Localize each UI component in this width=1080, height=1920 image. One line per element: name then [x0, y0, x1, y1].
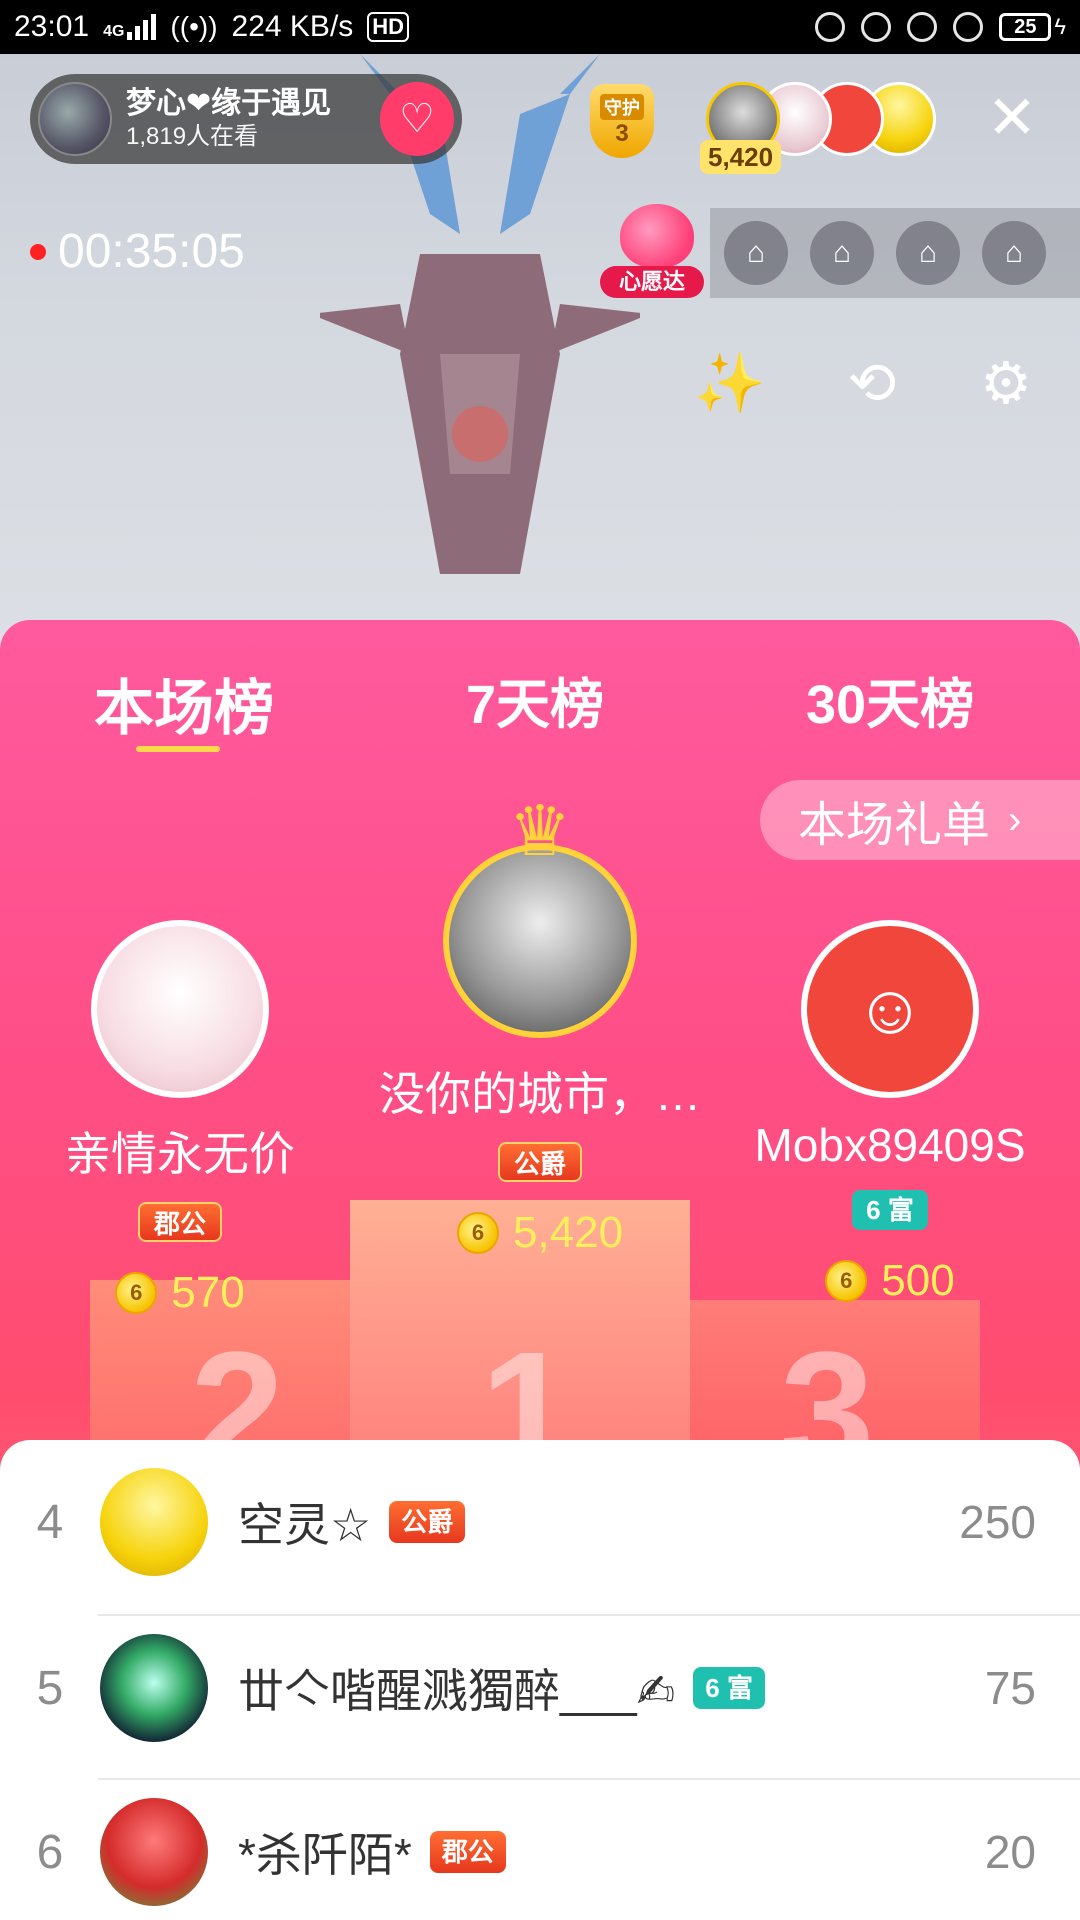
rank-3-badge: 6 富: [852, 1190, 928, 1230]
coin-icon: 6: [456, 1212, 499, 1254]
rank-2-badge: 郡公: [137, 1202, 222, 1242]
guard-badge[interactable]: 守护 3: [580, 84, 664, 164]
list-badge: 郡公: [429, 1831, 506, 1873]
sofa-seat-icon[interactable]: ⌂: [810, 221, 874, 285]
mic-seat-row: ⌂ ⌂ ⌂ ⌂: [710, 208, 1080, 298]
ranking-list: 4 空灵☆ 公爵 250 5 丗亽喈醒溅獨醉___✍ 6 富 75 6 *杀阡陌…: [0, 1440, 1080, 1920]
alarm-icon: [907, 12, 938, 42]
sofa-seat-icon[interactable]: ⌂: [982, 221, 1046, 285]
ranking-tabs: 本场榜 7天榜 30天榜: [0, 640, 1080, 752]
wifi-icon: ((•)): [170, 11, 218, 42]
wish-heart-button[interactable]: 心愿达: [600, 204, 710, 304]
rank-2-avatar[interactable]: [91, 920, 269, 1098]
gift-list-label: 本场礼单: [798, 799, 991, 852]
list-avatar[interactable]: [100, 1798, 208, 1906]
tab-7-days[interactable]: 7天榜: [466, 660, 604, 739]
list-name: 空灵☆: [238, 1499, 372, 1551]
guard-label: 守护: [600, 94, 644, 120]
mute-bell-icon: [815, 12, 846, 42]
list-badge: 公爵: [389, 1501, 466, 1543]
coin-icon: 6: [115, 1272, 158, 1314]
rank-1-badge: 公爵: [497, 1142, 582, 1182]
tab-30-days[interactable]: 30天榜: [806, 660, 974, 739]
host-name: 梦心❤缘于遇见: [126, 87, 332, 120]
rank-1-score-value: 5,420: [512, 1208, 624, 1257]
top-viewers[interactable]: 5,420: [700, 82, 946, 174]
rank-1-avatar[interactable]: [443, 844, 637, 1038]
rank-3-score-value: 500: [881, 1256, 955, 1305]
list-value: 75: [984, 1662, 1036, 1714]
rank-3-score: 6 500: [740, 1256, 1040, 1306]
recording-dot-icon: [30, 243, 46, 260]
battery-icon: 25 ϟ: [999, 13, 1066, 41]
viewer-count: 1,819人在看: [126, 123, 259, 150]
chevron-right-icon: ›: [1008, 797, 1022, 842]
list-name: *杀阡陌*: [238, 1829, 412, 1881]
network-type: 4G: [103, 23, 125, 40]
list-value: 20: [984, 1826, 1036, 1878]
list-avatar[interactable]: [100, 1468, 208, 1576]
switch-camera-icon[interactable]: ⟲: [832, 344, 912, 424]
rank-3-avatar[interactable]: ☺: [801, 920, 979, 1098]
gift-list-button[interactable]: 本场礼单 ›: [760, 780, 1080, 860]
sofa-seat-icon[interactable]: ⌂: [724, 221, 788, 285]
list-rank: 4: [36, 1495, 64, 1549]
rank-2-score-value: 570: [171, 1268, 245, 1317]
heart-face-icon: [620, 204, 694, 268]
top-viewer-score: 5,420: [700, 140, 782, 174]
list-avatar[interactable]: [100, 1634, 208, 1742]
host-info-pill[interactable]: 梦心❤缘于遇见 1,819人在看 ♡: [30, 74, 462, 164]
timer-text: 00:35:05: [58, 225, 245, 278]
guard-shield-icon: 守护 3: [590, 84, 654, 158]
list-item[interactable]: 5 丗亽喈醒溅獨醉___✍ 6 富 75: [0, 1606, 1080, 1770]
crown-icon: ♛: [508, 792, 572, 870]
active-tab-indicator: [136, 746, 220, 752]
network-speed: 224 KB/s: [231, 10, 354, 43]
status-bar: 23:01 4G ((•)) 224 KB/s HD 25 ϟ: [0, 0, 1080, 54]
battery-level: 25: [999, 13, 1052, 41]
rank-2[interactable]: 亲情永无价 郡公 6 570: [30, 920, 330, 1318]
settings-gear-icon[interactable]: ⚙: [966, 344, 1046, 424]
live-timer: 00:35:05: [30, 224, 245, 279]
rank-2-score: 6 570: [30, 1268, 330, 1318]
magic-wand-icon[interactable]: ✨: [690, 344, 770, 424]
list-item[interactable]: 4 空灵☆ 公爵 250: [0, 1440, 1080, 1604]
live-video[interactable]: 梦心❤缘于遇见 1,819人在看 ♡ 守护 3 5,420 ✕ 00:35:05…: [0, 54, 1080, 694]
host-avatar[interactable]: [38, 82, 112, 156]
rank-1-name: 没你的城市，…: [379, 1068, 701, 1120]
close-icon[interactable]: ✕: [986, 88, 1038, 148]
headphones-icon: [953, 12, 984, 42]
hd-icon: HD: [367, 12, 410, 42]
follow-heart-button[interactable]: ♡: [380, 82, 454, 156]
status-time: 23:01: [14, 10, 90, 43]
coin-icon: 6: [825, 1260, 868, 1302]
list-name: 丗亽喈醒溅獨醉___✍: [238, 1665, 676, 1717]
cellular-signal-icon: 4G: [103, 14, 157, 40]
sofa-seat-icon[interactable]: ⌂: [896, 221, 960, 285]
rank-1[interactable]: ♛ 没你的城市，… 公爵 6 5,420: [300, 792, 780, 1258]
list-value: 250: [959, 1496, 1036, 1548]
lock-icon: [861, 12, 892, 42]
list-badge: 6 富: [693, 1667, 765, 1709]
list-rank: 6: [36, 1825, 64, 1879]
list-rank: 5: [36, 1661, 64, 1715]
tab-this-session[interactable]: 本场榜: [94, 660, 274, 747]
list-item[interactable]: 6 *杀阡陌* 郡公 20: [0, 1770, 1080, 1920]
guard-count: 3: [615, 120, 629, 147]
wish-tag: 心愿达: [600, 266, 704, 298]
rank-1-score: 6 5,420: [300, 1208, 780, 1258]
rank-2-name: 亲情永无价: [65, 1128, 295, 1180]
rank-3[interactable]: ☺ Mobx89409S 6 富 6 500: [740, 920, 1040, 1306]
rank-3-name: Mobx89409S: [754, 1119, 1026, 1171]
